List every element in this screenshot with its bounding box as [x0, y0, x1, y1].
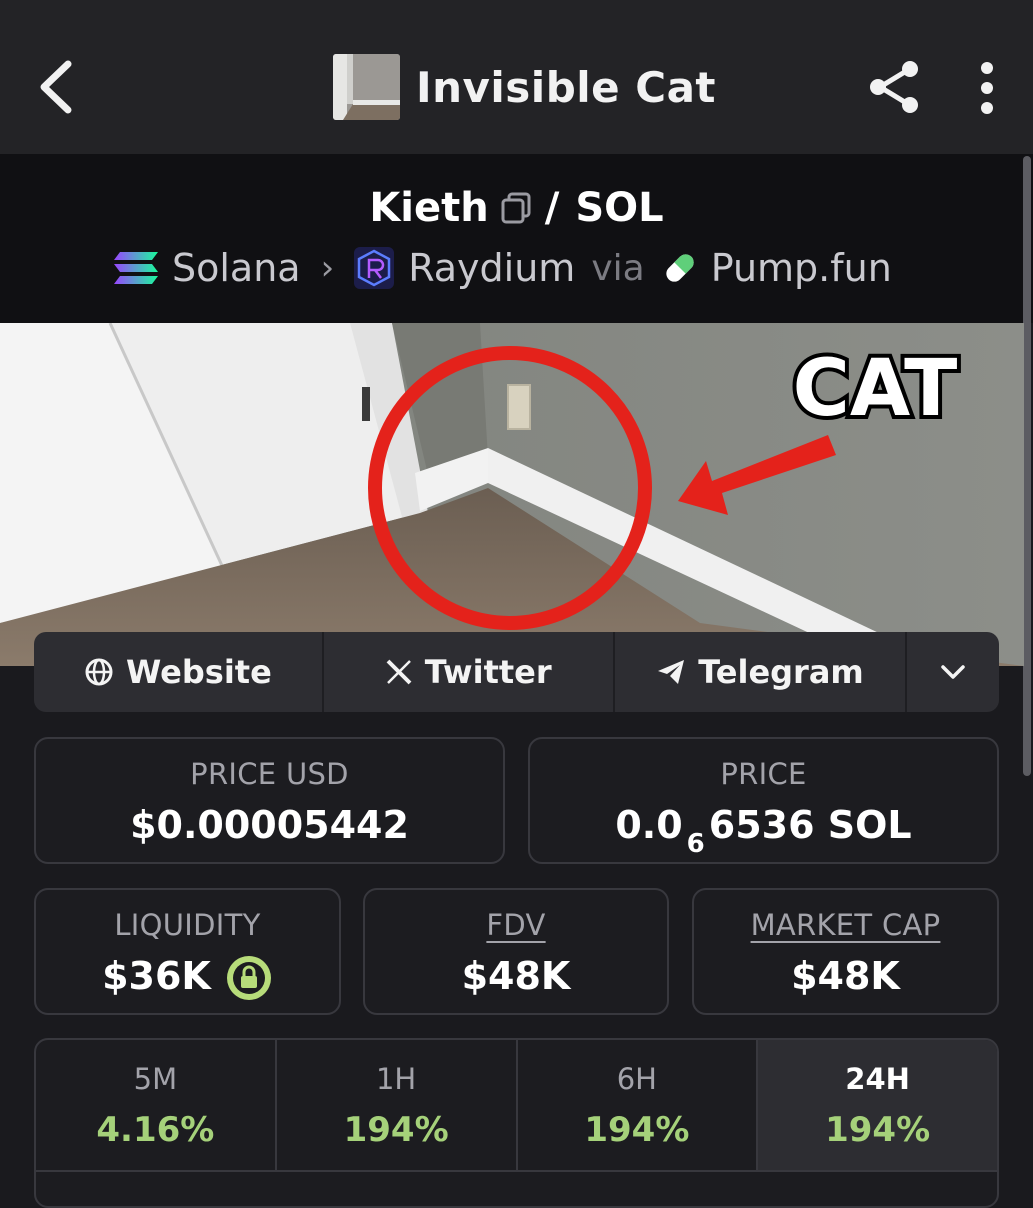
price-usd-card: PRICE USD $0.00005442 — [34, 737, 505, 864]
tab-label: 1H — [375, 1062, 417, 1096]
price-native-label: PRICE — [720, 757, 807, 791]
lock-icon[interactable] — [225, 954, 273, 1002]
fdv-amount: $48K — [461, 954, 571, 998]
price-native-suffix: 6536 SOL — [708, 803, 912, 847]
chevron-left-icon — [40, 60, 72, 114]
quote-token-symbol: SOL — [575, 185, 664, 231]
banner-caption: CAT — [793, 344, 958, 434]
telegram-button[interactable]: Telegram — [615, 632, 908, 712]
fdv-card: FDV $48K — [363, 888, 669, 1015]
pair-separator: / — [544, 185, 560, 231]
liquidity-label: LIQUIDITY — [114, 908, 261, 942]
tab-label: 6H — [616, 1062, 657, 1096]
via-label: via — [591, 247, 645, 289]
dex-name[interactable]: Raydium — [408, 246, 575, 290]
globe-icon — [85, 658, 113, 686]
tab-change-value: 194% — [343, 1110, 449, 1150]
more-options-button[interactable] — [972, 62, 1002, 114]
telegram-icon — [658, 660, 685, 684]
telegram-label: Telegram — [698, 653, 864, 691]
app-title: Invisible Cat — [416, 62, 717, 112]
twitter-label: Twitter — [424, 653, 552, 691]
liquidity-value: $36K — [36, 954, 339, 1002]
tab-1h[interactable]: 1H 194% — [277, 1040, 518, 1170]
price-usd-label: PRICE USD — [190, 757, 349, 791]
price-native-prefix: 0.0 — [615, 803, 683, 847]
base-token-symbol: Kieth — [369, 185, 489, 231]
token-banner-image: CAT — [0, 323, 1024, 666]
social-links-bar: Website Twitter Telegram — [34, 632, 999, 712]
chevron-right-icon: › — [320, 248, 335, 288]
website-label: Website — [126, 653, 272, 691]
tab-6h[interactable]: 6H 194% — [518, 1040, 759, 1170]
market-cap-value: $48K — [694, 954, 997, 998]
launchpad-name[interactable]: Pump.fun — [711, 246, 892, 290]
timeframe-tabs: 5M 4.16% 1H 194% 6H 194% 24H 194% — [36, 1040, 997, 1172]
tab-24h[interactable]: 24H 194% — [758, 1040, 997, 1170]
tab-label: 24H — [845, 1062, 910, 1096]
liquidity-card: LIQUIDITY $36K — [34, 888, 341, 1015]
x-logo-icon — [386, 659, 412, 685]
price-usd-value: $0.00005442 — [36, 803, 503, 847]
liquidity-amount: $36K — [102, 954, 211, 998]
scrollbar[interactable] — [1023, 156, 1031, 776]
chevron-down-icon — [941, 665, 965, 679]
market-cap-label[interactable]: MARKET CAP — [694, 908, 997, 942]
chain-breadcrumb: Solana › Raydium via Pump.fun — [112, 240, 892, 296]
price-native-value: 0.0 6 6536 SOL — [530, 803, 997, 859]
market-cap-amount: $48K — [791, 954, 900, 998]
more-links-button[interactable] — [907, 632, 999, 712]
chain-name[interactable]: Solana — [172, 246, 301, 290]
fdv-value: $48K — [365, 954, 667, 998]
price-native-card: PRICE 0.0 6 6536 SOL — [528, 737, 999, 864]
tab-change-value: 4.16% — [96, 1110, 215, 1150]
tab-label: 5M — [133, 1062, 178, 1096]
share-button[interactable] — [866, 58, 924, 116]
pair-header: Kieth / SOL Solana › Raydium via Pump.fu… — [0, 154, 1033, 323]
tab-change-value: 194% — [825, 1110, 931, 1150]
solana-icon — [114, 252, 158, 284]
market-cap-card: MARKET CAP $48K — [692, 888, 999, 1015]
copy-icon[interactable] — [499, 191, 533, 225]
tab-change-value: 194% — [584, 1110, 690, 1150]
tab-5m[interactable]: 5M 4.16% — [36, 1040, 277, 1170]
twitter-button[interactable]: Twitter — [324, 632, 615, 712]
fdv-label[interactable]: FDV — [365, 908, 667, 942]
back-button[interactable] — [32, 56, 84, 118]
share-icon — [870, 61, 918, 113]
more-vertical-icon — [981, 62, 993, 114]
price-usd-amount: $0.00005442 — [130, 803, 409, 847]
raydium-icon — [354, 247, 395, 289]
price-change-panel: 5M 4.16% 1H 194% 6H 194% 24H 194% — [34, 1038, 999, 1208]
pill-icon — [666, 254, 694, 282]
app-bar: Invisible Cat — [0, 0, 1033, 154]
token-avatar — [333, 54, 400, 120]
title-group: Invisible Cat — [333, 54, 716, 120]
pair-title: Kieth / SOL — [0, 180, 1033, 236]
website-button[interactable]: Website — [34, 632, 324, 712]
price-native-zero-count: 6 — [686, 829, 705, 859]
